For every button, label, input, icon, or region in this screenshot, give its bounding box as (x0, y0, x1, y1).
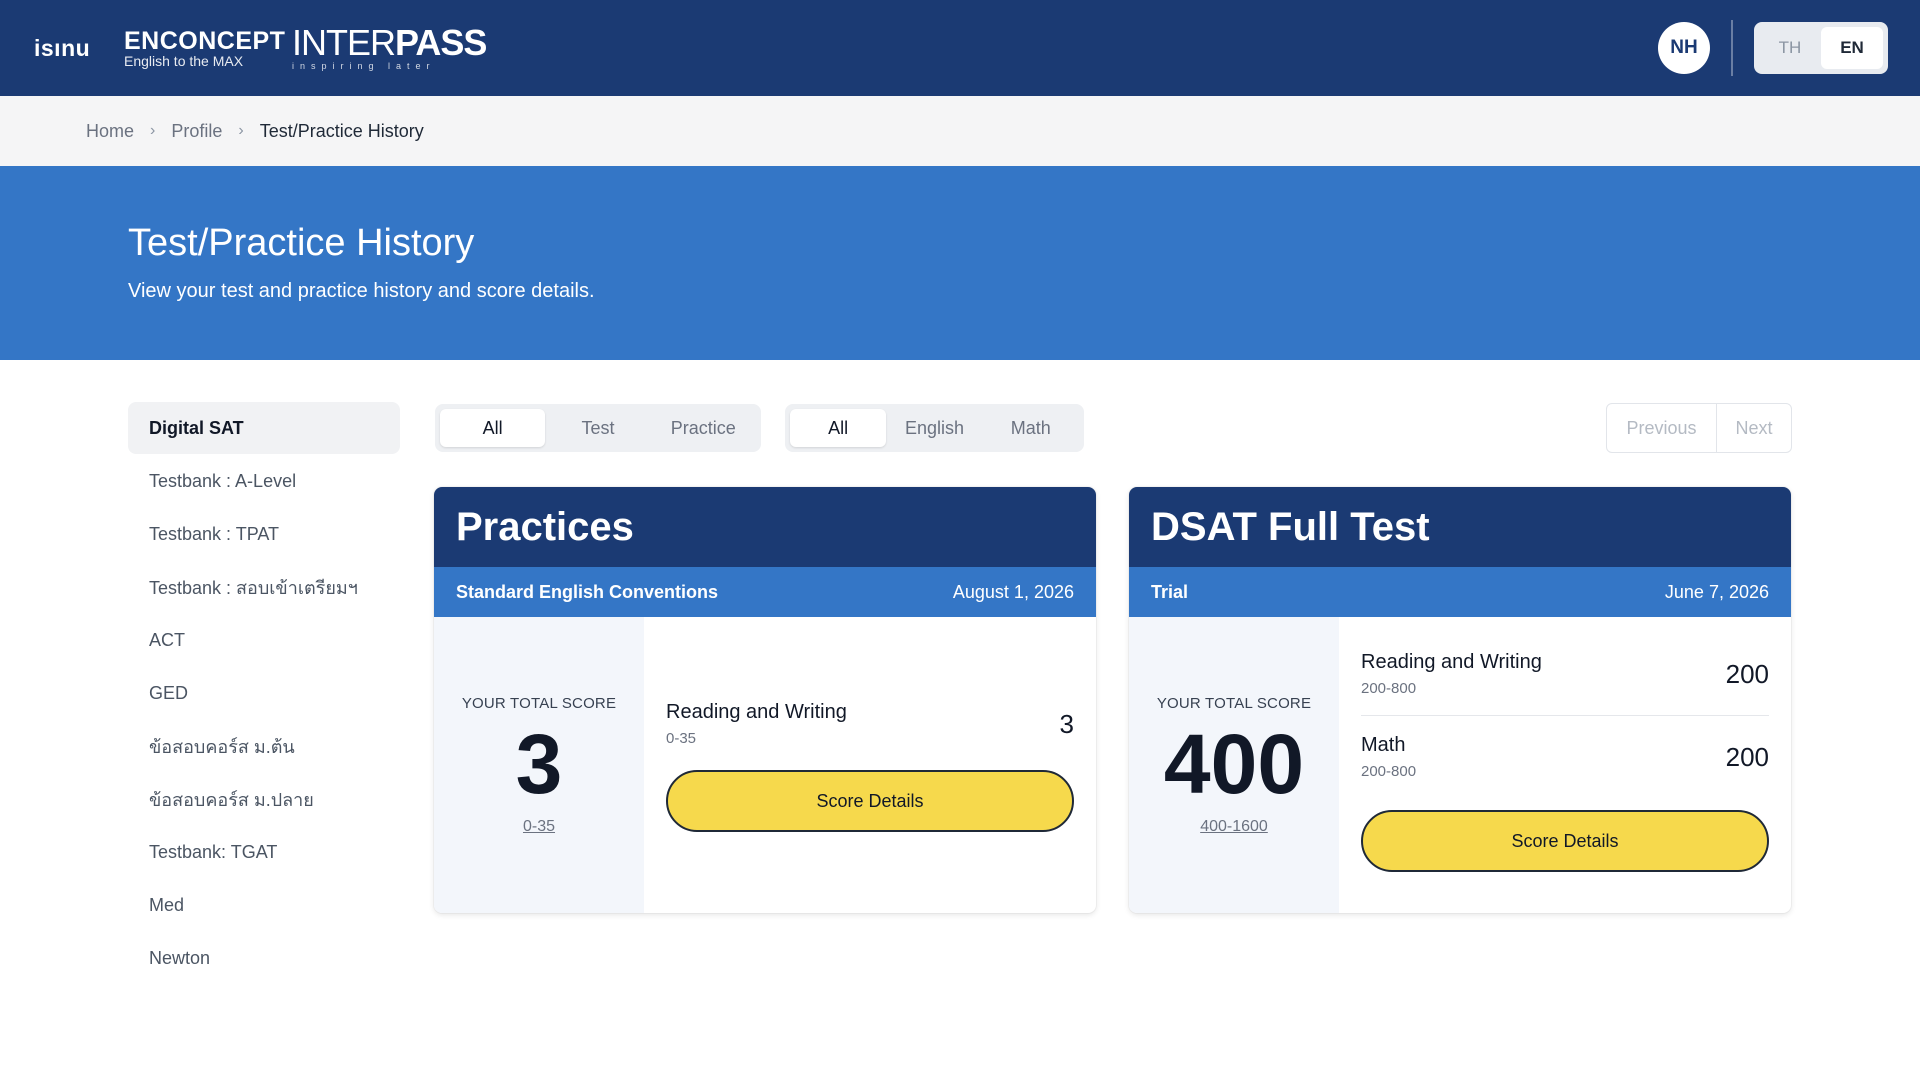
breadcrumb: Home › Profile › Test/Practice History (86, 96, 424, 166)
card-title: DSAT Full Test (1129, 487, 1791, 567)
page-title: Test/Practice History (128, 222, 475, 264)
section-info: Math 200-800 (1361, 734, 1416, 780)
language-en-button[interactable]: EN (1821, 27, 1883, 69)
sidebar-item-digital-sat[interactable]: Digital SAT (128, 402, 400, 454)
score-details-button[interactable]: Score Details (666, 770, 1074, 832)
card-date: June 7, 2026 (1664, 581, 1769, 602)
isinu-logo-text: isınu (34, 34, 91, 61)
sidebar-item-med[interactable]: Med (128, 879, 400, 931)
total-score-panel: YOUR TOTAL SCORE 400 400-1600 (1129, 617, 1339, 913)
sidebar-item-ged[interactable]: GED (128, 667, 400, 719)
subject-filter-english[interactable]: English (886, 409, 982, 447)
subject-filter: All English Math (785, 404, 1084, 452)
total-score-value: 3 (515, 716, 563, 811)
total-score-range: 400-1600 (1200, 817, 1268, 835)
top-navbar: isınu ENCONCEPT English to the MAX INTER… (0, 0, 1920, 96)
chevron-right-icon: › (150, 122, 156, 139)
chevron-right-icon: › (238, 122, 244, 139)
sidebar-item-testbank-tgat[interactable]: Testbank: TGAT (128, 826, 400, 878)
history-card-dsat-full-test: DSAT Full Test Trial June 7, 2026 YOUR T… (1129, 487, 1791, 913)
breadcrumb-profile-link[interactable]: Profile (171, 121, 222, 142)
section-info: Reading and Writing 200-800 (1361, 651, 1542, 697)
breadcrumb-bar: Home › Profile › Test/Practice History (0, 96, 1920, 166)
page-hero: Test/Practice History View your test and… (0, 166, 1920, 360)
card-topic: Trial (1151, 581, 1189, 602)
page-subtitle: View your test and practice history and … (128, 280, 595, 302)
header-divider (1731, 20, 1733, 76)
section-row-math: Math 200-800 200 (1361, 734, 1769, 780)
section-score: 200 (1725, 741, 1769, 772)
breadcrumb-current: Test/Practice History (259, 120, 424, 141)
sidebar-item-testbank-tpat[interactable]: Testbank : TPAT (128, 508, 400, 560)
card-body: YOUR TOTAL SCORE 400 400-1600 Reading an… (1129, 617, 1791, 913)
language-switcher: TH EN (1754, 22, 1888, 74)
interpass-logo-text: INTERPASS (292, 21, 487, 63)
interpass-logo-light: INTER (292, 21, 396, 63)
section-name: Reading and Writing (666, 701, 847, 723)
sidebar-item-act[interactable]: ACT (128, 614, 400, 666)
card-topic: Standard English Conventions (456, 581, 719, 602)
enconcept-tagline: English to the MAX (124, 52, 244, 69)
history-card-practice: Practices Standard English Conventions A… (434, 487, 1096, 913)
sidebar-item-course-upper-secondary[interactable]: ข้อสอบคอร์ส ม.ปลาย (128, 773, 400, 825)
subject-filter-math[interactable]: Math (983, 409, 1079, 447)
pagination: Previous Next (1606, 403, 1792, 453)
type-filter: All Test Practice (435, 404, 761, 452)
interpass-logo-bold: PASS (395, 21, 487, 63)
user-avatar[interactable]: NH (1658, 22, 1710, 74)
section-range: 200-800 (1361, 763, 1417, 780)
total-score-value: 400 (1163, 716, 1305, 811)
section-score: 3 (1059, 708, 1074, 739)
interpass-logo[interactable]: INTERPASS inspiring later (292, 0, 487, 96)
subject-filter-all[interactable]: All (790, 409, 887, 447)
section-row-reading-writing: Reading and Writing 200-800 200 (1361, 651, 1769, 697)
exam-category-sidebar: Digital SAT Testbank : A-Level Testbank … (128, 402, 400, 985)
section-name: Math (1361, 734, 1406, 756)
type-filter-all[interactable]: All (440, 409, 546, 447)
total-score-caption: YOUR TOTAL SCORE (1156, 694, 1312, 712)
section-range: 0-35 (666, 730, 697, 747)
section-divider (1361, 715, 1769, 716)
isinu-logo[interactable]: isınu (34, 0, 90, 96)
sidebar-item-course-lower-secondary[interactable]: ข้อสอบคอร์ส ม.ต้น (128, 720, 400, 772)
breadcrumb-home-link[interactable]: Home (86, 121, 134, 142)
sidebar-item-testbank-triam[interactable]: Testbank : สอบเข้าเตรียมฯ (128, 561, 400, 613)
card-subheader: Trial June 7, 2026 (1129, 567, 1791, 617)
total-score-caption: YOUR TOTAL SCORE (461, 694, 617, 712)
card-title: Practices (434, 487, 1096, 567)
total-score-range: 0-35 (522, 817, 556, 835)
enconcept-logo-text: ENCONCEPT (124, 26, 286, 55)
card-body: YOUR TOTAL SCORE 3 0-35 Reading and Writ… (434, 617, 1096, 913)
type-filter-test[interactable]: Test (545, 409, 650, 447)
section-scores: Reading and Writing 0-35 3 Score Details (644, 617, 1096, 913)
interpass-tagline: inspiring later (292, 60, 436, 71)
section-name: Reading and Writing (1361, 651, 1542, 673)
previous-page-button[interactable]: Previous (1607, 404, 1717, 452)
total-score-panel: YOUR TOTAL SCORE 3 0-35 (434, 617, 644, 913)
card-date: August 1, 2026 (952, 581, 1074, 602)
section-score: 200 (1725, 658, 1769, 689)
language-th-button[interactable]: TH (1759, 27, 1821, 69)
section-range: 200-800 (1361, 680, 1417, 697)
section-scores: Reading and Writing 200-800 200 Math 200… (1339, 617, 1791, 913)
card-subheader: Standard English Conventions August 1, 2… (434, 567, 1096, 617)
section-row-reading-writing: Reading and Writing 0-35 3 (666, 701, 1074, 747)
score-details-button[interactable]: Score Details (1361, 810, 1769, 872)
section-info: Reading and Writing 0-35 (666, 701, 847, 747)
next-page-button[interactable]: Next (1717, 404, 1791, 452)
sidebar-item-newton[interactable]: Newton (128, 932, 400, 984)
sidebar-item-testbank-a-level[interactable]: Testbank : A-Level (128, 455, 400, 507)
type-filter-practice[interactable]: Practice (651, 409, 756, 447)
enconcept-logo[interactable]: ENCONCEPT English to the MAX (124, 0, 285, 96)
